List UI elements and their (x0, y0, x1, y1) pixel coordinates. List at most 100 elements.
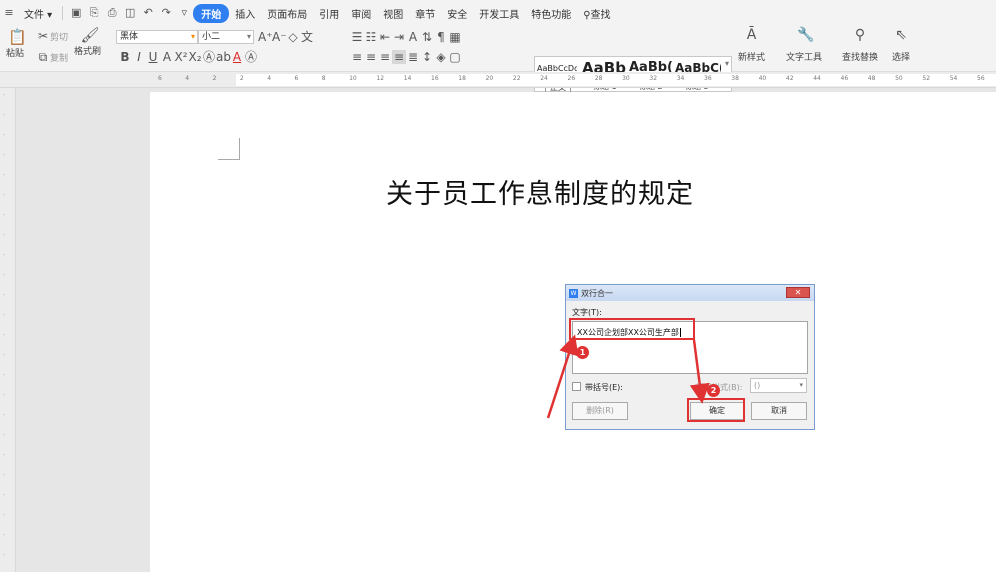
line-spacing-icon[interactable]: ↕ (420, 50, 434, 64)
save-icon[interactable]: ▣ (69, 6, 83, 20)
shrink-font-icon[interactable]: A⁻ (272, 30, 287, 44)
menu-special-features[interactable]: 特色功能 (525, 6, 577, 21)
find-replace-button[interactable]: ⚲ 查找替换 (842, 28, 878, 63)
horizontal-ruler[interactable]: 6 4 2 2 4 6 8 10 12 14 16 18 20 22 24 26 28 30 32 34 36 38 40 4… (0, 72, 996, 88)
export-icon[interactable]: ⎘ (87, 6, 101, 20)
format-painter-button[interactable]: 🖌 格式刷 (74, 26, 101, 58)
copy-button[interactable]: ⧉ 复制 (36, 50, 68, 64)
select-button[interactable]: ⇖ 选择 (892, 28, 910, 63)
ruler-tick: 2 (212, 75, 217, 82)
vertical-ruler-tick: · (3, 252, 5, 259)
numbered-list-icon[interactable]: ☷ (364, 30, 378, 44)
ruler-tick: 2 (239, 75, 244, 82)
phonetic-guide-icon[interactable]: 文 (300, 30, 314, 44)
delete-button[interactable]: 删除(R) (572, 402, 628, 420)
format-painter-icon: 🖌 (80, 26, 100, 44)
print-icon[interactable]: ⎙ (105, 6, 119, 20)
document-title[interactable]: 关于员工作息制度的规定 (386, 172, 694, 211)
vertical-ruler[interactable]: · · · · · · · · · · · · · · · · · · · · · · · · (0, 88, 16, 572)
ruler-tick: 42 (785, 75, 794, 82)
grow-font-icon[interactable]: A⁺ (258, 30, 273, 44)
distribute-icon[interactable]: ≣ (406, 50, 420, 64)
menu-developer[interactable]: 开发工具 (473, 6, 525, 21)
increase-indent-icon[interactable]: ⇥ (392, 30, 406, 44)
subscript-icon[interactable]: X₂ (188, 50, 202, 64)
ruler-tick: 44 (813, 75, 821, 82)
underline-icon[interactable]: U (146, 50, 160, 64)
menu-search[interactable]: ⚲查找 (577, 6, 616, 21)
redo-icon[interactable]: ↷ (159, 6, 173, 20)
vertical-ruler-tick: · (3, 432, 5, 439)
text-tools-button[interactable]: 🔧 文字工具 (786, 28, 822, 63)
font-size-select[interactable]: 小二 ▾ (198, 30, 254, 44)
ruler-tick: 22 (512, 75, 521, 82)
text-effect-icon[interactable]: Ⓐ (202, 50, 216, 64)
decrease-indent-icon[interactable]: ⇤ (378, 30, 392, 44)
superscript-icon[interactable]: X² (174, 50, 188, 64)
table-icon[interactable]: ▦ (448, 30, 462, 44)
char-border-icon[interactable]: Ⓐ (244, 50, 258, 64)
chinese-layout-icon[interactable]: A (406, 30, 420, 44)
font-color-icon[interactable]: A (230, 50, 244, 64)
menu-start[interactable]: 开始 (193, 3, 230, 23)
bold-icon[interactable]: B (118, 50, 132, 64)
print-preview-icon[interactable]: ◫ (123, 6, 137, 20)
justify-icon[interactable]: ≡ (392, 50, 406, 64)
vertical-ruler-tick: · (3, 532, 5, 539)
align-center-icon[interactable]: ≡ (364, 50, 378, 64)
clear-format-icon[interactable]: ◇ (286, 30, 300, 44)
search-icon: ⚲ (583, 9, 591, 21)
highlight-icon[interactable]: ab (216, 50, 231, 64)
new-style-button[interactable]: Ā 新样式 (738, 28, 765, 63)
chevron-down-icon: ▾ (799, 381, 803, 389)
ribbon-toolbar: 📋 粘贴 ✂ 剪切 ⧉ 复制 🖌 格式刷 黑体 ▾ 小二 ▾ A⁺ A⁻ ◇ 文 B I… (0, 26, 996, 94)
bullet-list-icon[interactable]: ☰ (350, 30, 364, 44)
dialog-title: 双行合一 (581, 288, 613, 298)
ruler-tick: 4 (267, 75, 272, 82)
ruler-tick: 6 (294, 75, 299, 82)
separator (62, 6, 64, 20)
menu-review[interactable]: 审阅 (345, 6, 377, 21)
bracket-checkbox[interactable] (572, 382, 581, 391)
align-left-icon[interactable]: ≡ (350, 50, 364, 64)
customize-dropdown-icon[interactable]: ▿ (177, 6, 191, 20)
ruler-tick: 56 (977, 75, 985, 82)
vertical-ruler-tick: · (3, 512, 5, 519)
italic-icon[interactable]: I (132, 50, 146, 64)
vertical-ruler-tick: · (3, 472, 5, 479)
close-icon[interactable]: ✕ (786, 287, 810, 298)
align-right-icon[interactable]: ≡ (378, 50, 392, 64)
annotation-box-ok (687, 398, 745, 422)
font-name-select[interactable]: 黑体 ▾ (116, 30, 198, 44)
bracket-style-select[interactable]: () ▾ (750, 378, 807, 393)
menu-insert[interactable]: 插入 (229, 6, 261, 21)
ruler-tick: 6 (158, 75, 162, 82)
cancel-button[interactable]: 取消 (751, 402, 807, 420)
gallery-scroll-icon[interactable]: ▾ (725, 59, 729, 68)
menu-chapter[interactable]: 章节 (409, 6, 441, 21)
ruler-tick: 30 (622, 75, 630, 82)
new-style-icon: Ā (746, 27, 757, 43)
undo-icon[interactable]: ↶ (141, 6, 155, 20)
menu-references[interactable]: 引用 (313, 6, 345, 21)
ruler-tick: 8 (321, 75, 326, 82)
strikethrough-icon[interactable]: A (160, 50, 174, 64)
menu-page-layout[interactable]: 页面布局 (261, 6, 313, 21)
ruler-tick: 18 (458, 75, 466, 82)
borders-icon[interactable]: ▢ (448, 50, 462, 64)
show-marks-icon[interactable]: ¶ (434, 30, 448, 44)
cursor-arrow-icon: ⇖ (895, 27, 907, 43)
cut-button[interactable]: ✂ 剪切 (36, 29, 68, 43)
menu-security[interactable]: 安全 (441, 6, 473, 21)
ruler-tick: 12 (376, 75, 385, 82)
menu-file[interactable]: 文件 ▾ (18, 6, 58, 21)
font-format-controls: B I U A X² X₂ Ⓐ ab A Ⓐ (118, 50, 258, 64)
hamburger-menu-icon[interactable]: ≡ (2, 6, 16, 20)
sort-icon[interactable]: ⇅ (420, 30, 434, 44)
dialog-titlebar[interactable]: W 双行合一 (566, 285, 814, 301)
paste-button[interactable]: 📋 粘贴 (4, 30, 27, 60)
menu-view[interactable]: 视图 (377, 6, 409, 21)
shading-icon[interactable]: ◈ (434, 50, 448, 64)
ruler-tick: 54 (949, 75, 958, 82)
ruler-tick: 34 (676, 75, 685, 82)
